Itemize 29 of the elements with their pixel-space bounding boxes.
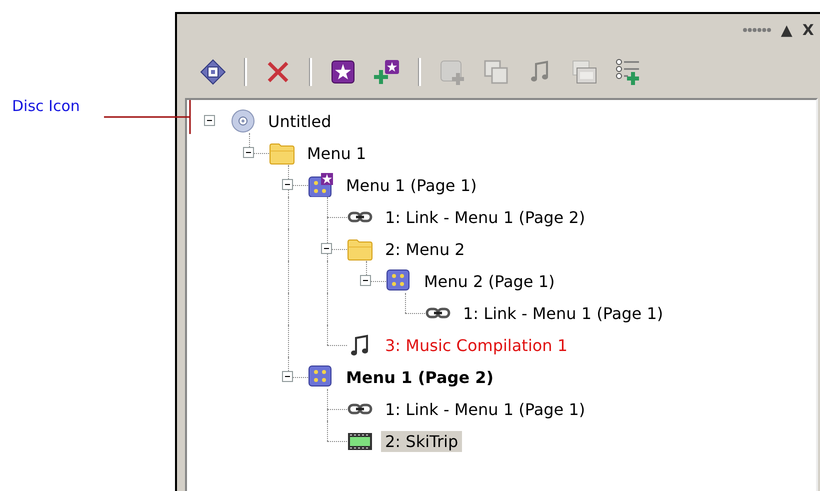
tree-item[interactable]: 1: Link - Menu 1 (Page 2) (381, 206, 590, 228)
tree-item[interactable]: 2: SkiTrip (381, 430, 462, 452)
collapse-toggle[interactable] (360, 275, 372, 287)
menu-page-icon (386, 269, 412, 293)
disc-icon (230, 109, 256, 133)
tree-item[interactable]: Menu 1 (303, 142, 370, 164)
tree-item[interactable]: 1: Link - Menu 1 (Page 1) (459, 302, 668, 324)
tree-item[interactable]: Untitled (264, 110, 336, 132)
tree-item[interactable]: 2: Menu 2 (381, 238, 469, 260)
tree-item[interactable]: 3: Music Compilation 1 (381, 334, 572, 356)
tree-item[interactable]: Menu 2 (Page 1) (420, 270, 559, 292)
collapse-toggle[interactable] (204, 115, 216, 127)
add-star-button[interactable] (372, 57, 402, 87)
title-control[interactable]: ▲ (780, 21, 792, 39)
collapse-toggle[interactable] (243, 147, 255, 159)
menu-page-icon (308, 365, 334, 389)
tree-item[interactable]: Menu 1 (Page 2) (342, 366, 498, 388)
collapse-toggle[interactable] (321, 243, 333, 255)
tree-item[interactable]: 1: Link - Menu 1 (Page 1) (381, 398, 590, 420)
menu-page-icon (308, 173, 334, 197)
tree-item[interactable]: Menu 1 (Page 1) (342, 174, 481, 196)
callout-label: Disc Icon (12, 97, 80, 115)
collapse-toggle[interactable] (282, 371, 294, 383)
folder-icon (269, 141, 295, 165)
target-button[interactable] (198, 57, 228, 87)
collapse-toggle[interactable] (282, 179, 294, 191)
grip-icon (742, 27, 771, 33)
title-control[interactable]: X (802, 21, 814, 39)
folder-icon (347, 237, 373, 261)
